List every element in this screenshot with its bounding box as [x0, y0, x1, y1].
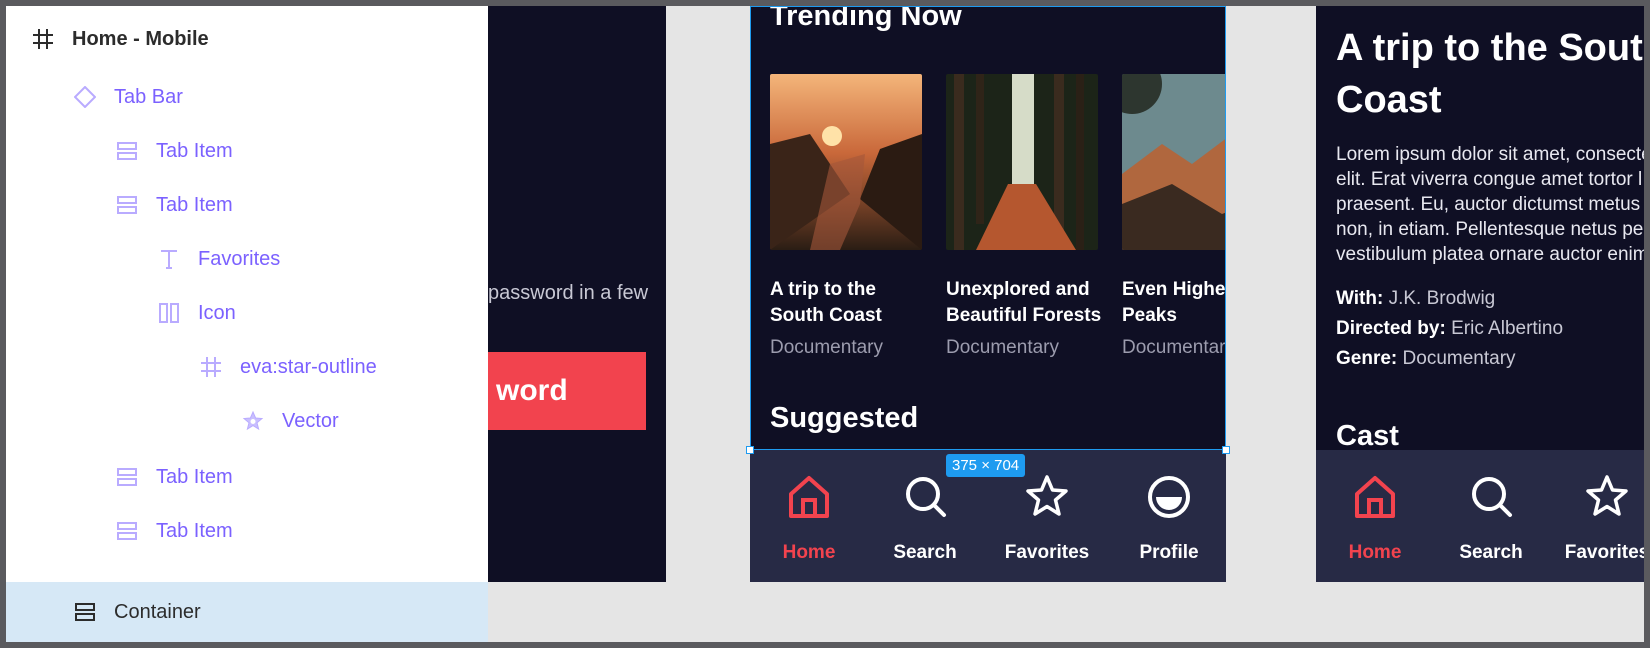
movie-card[interactable]: Even Higher Peaks Documentary [1102, 54, 1226, 359]
suggested-title: Suggested [770, 402, 919, 434]
movie-card[interactable]: A trip to the South Coast Documentary [770, 74, 922, 359]
card-genre: Documentary [1122, 337, 1226, 358]
detail-description: Lorem ipsum dolor sit amet, consectetur … [1336, 144, 1644, 265]
detail-frame[interactable]: A trip to the South Coast Lorem ipsum dol… [1316, 6, 1644, 582]
tab-profile[interactable]: Profile [1110, 450, 1226, 582]
layer-tab-item[interactable]: Tab Item [6, 122, 488, 180]
layer-tab-item[interactable]: Tab Item [6, 176, 488, 234]
tab-favorites[interactable]: Favorites [1548, 450, 1644, 582]
genre: Genre: Documentary [1336, 348, 1516, 369]
frame-icon [198, 354, 224, 380]
card-title: A trip to the South Coast [770, 279, 882, 326]
auto-layout-icon [114, 464, 140, 490]
card-genre: Documentary [946, 337, 1059, 358]
search-icon [906, 477, 946, 517]
size-badge: 375 × 704 [946, 454, 1026, 477]
sunset-fjord-image [770, 74, 922, 250]
resize-handle[interactable] [746, 446, 754, 454]
cast-with: With: J.K. Brodwig [1336, 288, 1496, 309]
tab-label: Search [893, 542, 957, 563]
frame-icon [30, 26, 56, 52]
layer-favorites-text[interactable]: Favorites [6, 230, 488, 288]
layer-tab-bar[interactable]: Tab Bar [6, 68, 488, 126]
tab-label: Home [782, 542, 836, 563]
layer-tab-item[interactable]: Tab Item [6, 502, 488, 560]
cast-title: Cast [1336, 420, 1399, 452]
tab-search[interactable]: Search [1432, 450, 1550, 582]
tab-label: Favorites [1004, 542, 1090, 563]
auto-layout-icon [72, 599, 98, 625]
card-title: Unexplored and Beautiful Forests [946, 279, 1102, 326]
home-icon [1355, 476, 1395, 518]
tab-label: Home [1348, 542, 1402, 563]
tab-home[interactable]: Home [1316, 450, 1434, 582]
profile-icon [1148, 476, 1190, 518]
layer-container-selected[interactable]: Container [6, 582, 488, 642]
password-help-text: password in a few [488, 282, 649, 304]
detail-title: A trip to the South Coast [1336, 27, 1644, 121]
columns-icon [156, 300, 182, 326]
card-genre: Documentary [770, 337, 883, 358]
auto-layout-icon [114, 138, 140, 164]
layers-panel: Home - Mobile Tab Bar Tab Item Tab Item … [6, 6, 488, 642]
reset-password-button[interactable]: word [486, 352, 646, 430]
card-title: Even Higher Peaks [1122, 279, 1226, 326]
search-icon [1472, 477, 1512, 517]
layer-root[interactable]: Home - Mobile [6, 10, 488, 68]
design-canvas[interactable]: password in a few word Trending Now A tr… [6, 6, 1644, 642]
layer-vector[interactable]: Vector [6, 392, 488, 450]
tab-home[interactable]: Home [750, 450, 868, 582]
tab-label: Profile [1139, 542, 1199, 563]
trending-title: Trending Now [770, 6, 962, 32]
mountain-peaks-image [1102, 54, 1226, 250]
tab-label: Favorites [1564, 542, 1644, 563]
layer-eva-star-outline[interactable]: eva:star-outline [6, 338, 488, 396]
star-icon [1026, 475, 1068, 516]
reset-password-label: word [496, 374, 568, 407]
home-mobile-frame[interactable]: Trending Now A trip to the South Coast Do… [750, 6, 1226, 582]
auto-layout-icon [114, 192, 140, 218]
tab-label: Search [1459, 542, 1523, 563]
forest-path-image [946, 74, 1098, 250]
star-vector-icon [240, 408, 266, 434]
director: Directed by: Eric Albertino [1336, 318, 1564, 339]
star-icon [1586, 475, 1628, 516]
layer-icon[interactable]: Icon [6, 284, 488, 342]
layer-tab-item[interactable]: Tab Item [6, 448, 488, 506]
text-icon [156, 246, 182, 272]
auto-layout-icon [114, 518, 140, 544]
component-icon [72, 84, 98, 110]
resize-handle[interactable] [1222, 446, 1230, 454]
home-icon [789, 476, 829, 518]
tab-bar: Home Search Favorites [1316, 450, 1644, 582]
movie-card[interactable]: Unexplored and Beautiful Forests Document… [946, 74, 1102, 359]
